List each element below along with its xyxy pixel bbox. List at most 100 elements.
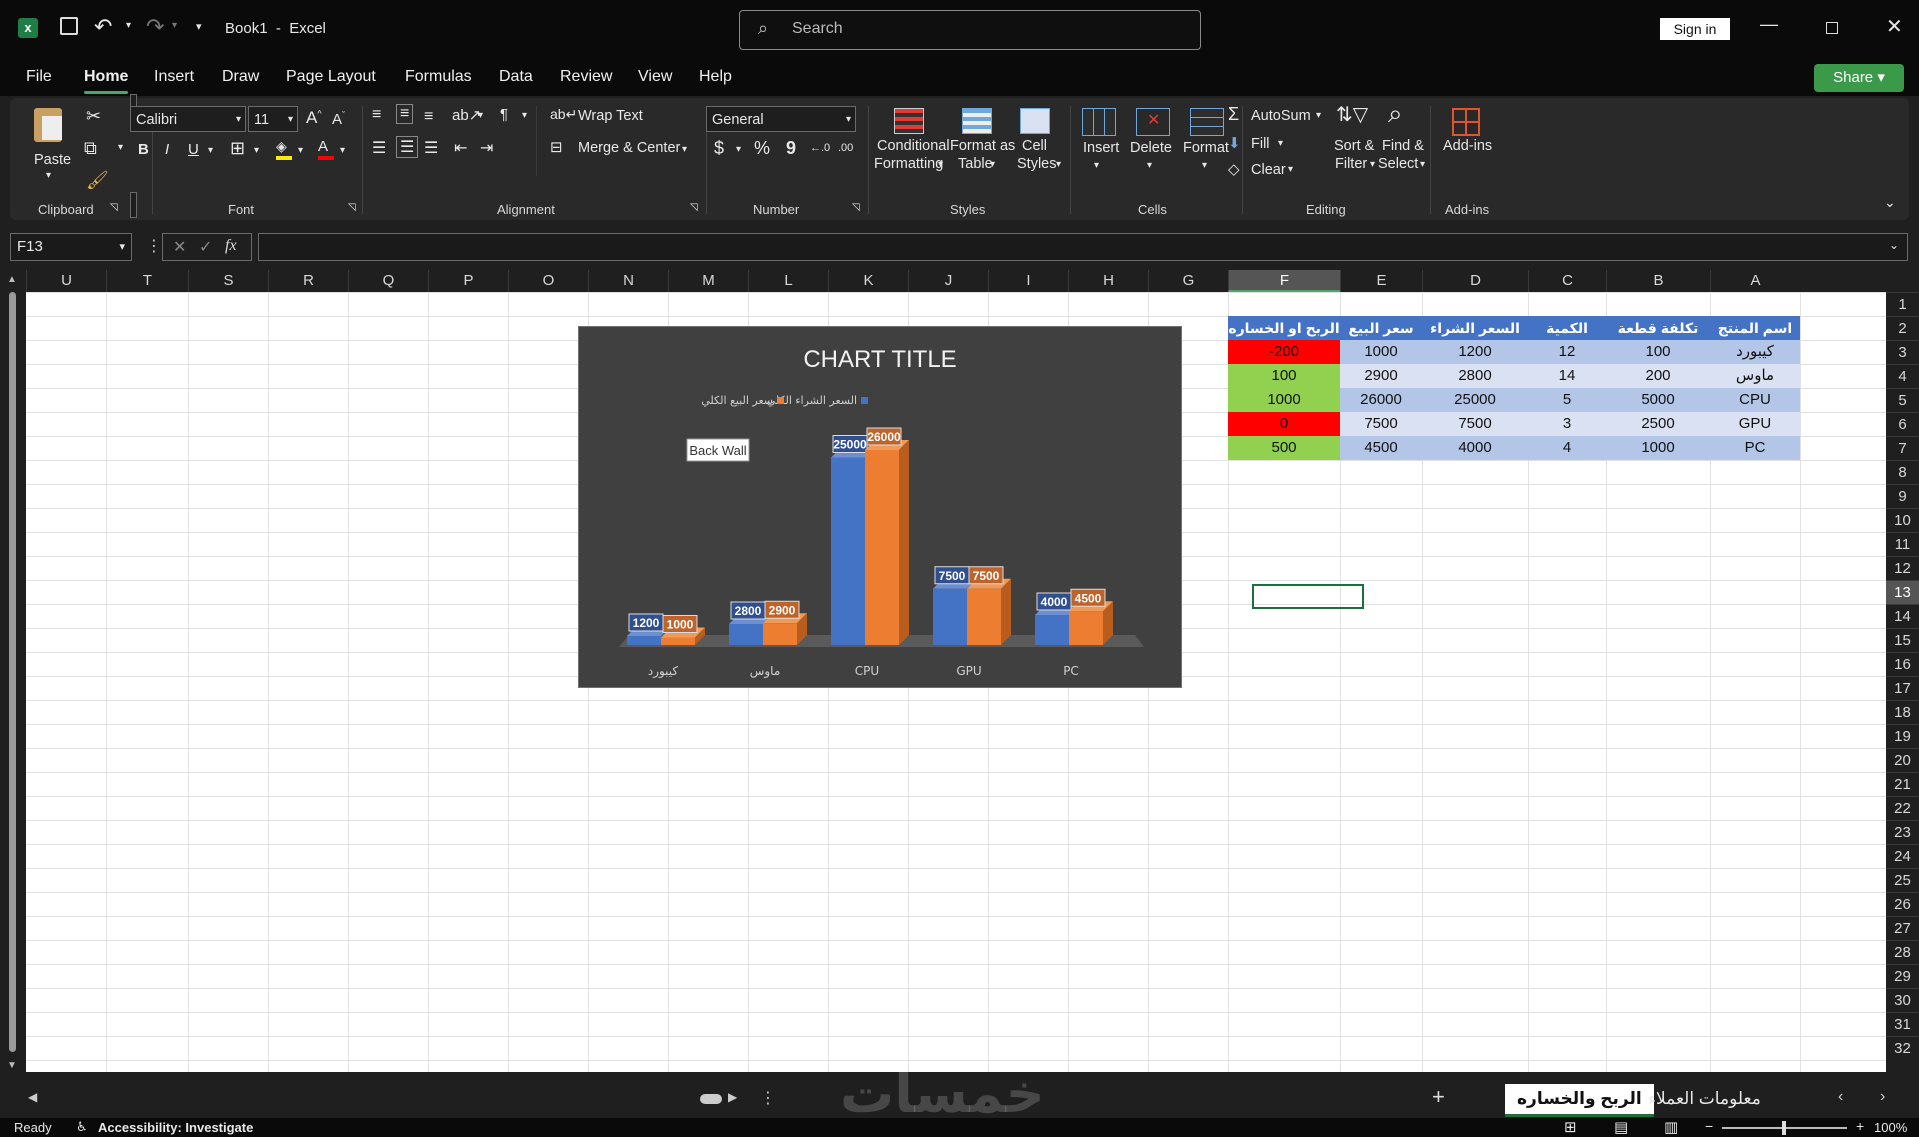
column-header-g[interactable]: G (1148, 270, 1228, 292)
table-cell[interactable]: 5000 (1606, 388, 1710, 412)
table-cell[interactable]: 200 (1606, 364, 1710, 388)
row-header-12[interactable]: 12 (1886, 556, 1919, 580)
paste-icon[interactable] (34, 108, 62, 142)
search-box[interactable]: ⌕ Search (739, 10, 1201, 50)
column-header-o[interactable]: O (508, 270, 588, 292)
delete-dropdown-icon[interactable]: ▾ (1147, 160, 1152, 171)
formula-input[interactable]: ⌄ (258, 233, 1908, 261)
number-launcher-icon[interactable]: ◹ (852, 202, 860, 213)
table-cell[interactable]: CPU (1710, 388, 1800, 412)
clipboard-launcher-icon[interactable]: ◹ (110, 202, 118, 213)
font-name-dropdown[interactable] (130, 192, 137, 218)
fill-button[interactable]: Fill (1251, 136, 1270, 152)
cancel-icon[interactable]: ✕ (173, 237, 186, 257)
column-header-l[interactable]: L (748, 270, 828, 292)
increase-font-icon[interactable]: A^ (306, 108, 322, 128)
table-header-cell[interactable]: السعر الشراء الكلي (1422, 316, 1528, 360)
row-header-30[interactable]: 30 (1886, 988, 1919, 1012)
font-color-dropdown-icon[interactable]: ▾ (340, 145, 345, 156)
tabs-prev-icon[interactable]: ‹ (1838, 1088, 1843, 1106)
row-header-28[interactable]: 28 (1886, 940, 1919, 964)
borders-icon[interactable]: ⊞ (230, 138, 245, 159)
tab-formulas[interactable]: Formulas (405, 68, 472, 86)
format-table-dropdown-icon[interactable]: ▾ (990, 159, 995, 170)
horizontal-scroll-thumb[interactable] (700, 1094, 722, 1104)
font-color-icon[interactable]: A (318, 138, 334, 160)
delete-cells-button[interactable]: Delete (1130, 140, 1172, 156)
add-ins-button[interactable]: Add-ins (1443, 138, 1492, 154)
middle-align-icon[interactable]: ≡ (396, 104, 414, 124)
column-header-j[interactable]: J (908, 270, 988, 292)
table-cell[interactable]: 4 (1528, 436, 1606, 460)
page-layout-view-icon[interactable]: ▤ (1614, 1118, 1628, 1136)
row-header-25[interactable]: 25 (1886, 868, 1919, 892)
scroll-down-icon[interactable]: ▼ (7, 1060, 17, 1071)
number-format-dropdown[interactable]: General ▾ (706, 106, 856, 132)
table-header-cell[interactable]: اسم المنتج (1710, 316, 1800, 340)
decrease-indent-icon[interactable]: ⇤ (454, 138, 467, 158)
sheet-tab-profit-loss[interactable]: الربح والخساره (1505, 1084, 1654, 1117)
column-header-i[interactable]: I (988, 270, 1068, 292)
format-cells-button[interactable]: Format (1183, 140, 1229, 156)
table-cell[interactable]: 4500 (1340, 436, 1422, 460)
fill-color-icon[interactable]: ◈ (276, 138, 292, 160)
column-header-d[interactable]: D (1422, 270, 1528, 292)
wrap-text-button[interactable]: Wrap Text (578, 108, 643, 124)
insert-dropdown-icon[interactable]: ▾ (1094, 160, 1099, 171)
currency-button[interactable]: $ (714, 138, 724, 159)
tab-view[interactable]: View (638, 68, 672, 86)
clear-dropdown-icon[interactable]: ▾ (1288, 164, 1293, 175)
copy-dropdown-icon[interactable]: ▾ (118, 142, 123, 153)
table-cell[interactable]: 1200 (1422, 340, 1528, 364)
row-header-15[interactable]: 15 (1886, 628, 1919, 652)
paste-dropdown-icon[interactable]: ▾ (46, 170, 51, 181)
column-header-e[interactable]: E (1340, 270, 1422, 292)
row-header-19[interactable]: 19 (1886, 724, 1919, 748)
active-cell[interactable] (1252, 584, 1364, 609)
clear-button[interactable]: Clear (1251, 162, 1286, 178)
table-cell[interactable]: 26000 (1340, 388, 1422, 412)
merge-center-button[interactable]: Merge & Center (578, 140, 680, 156)
table-cell[interactable]: 1000 (1340, 340, 1422, 364)
bold-button[interactable]: B (138, 141, 149, 158)
enter-icon[interactable]: ✓ (199, 237, 212, 257)
row-header-8[interactable]: 8 (1886, 460, 1919, 484)
tab-page-layout[interactable]: Page Layout (286, 68, 376, 86)
column-header-u[interactable]: U (26, 270, 106, 292)
row-header-5[interactable]: 5 (1886, 388, 1919, 412)
italic-button[interactable]: I (165, 141, 169, 158)
table-header-cell[interactable]: تكلفة قطعة الواحدة (1606, 316, 1710, 360)
table-cell[interactable]: كيبورد (1710, 340, 1800, 364)
borders-dropdown-icon[interactable]: ▾ (254, 145, 259, 156)
merge-dropdown-icon[interactable]: ▾ (682, 144, 687, 155)
tab-draw[interactable]: Draw (222, 68, 259, 86)
column-header-k[interactable]: K (828, 270, 908, 292)
zoom-level[interactable]: 100% (1874, 1120, 1907, 1135)
save-icon[interactable] (60, 17, 78, 35)
undo-icon[interactable]: ↶ (94, 14, 112, 40)
redo-dropdown-icon[interactable]: ▾ (172, 20, 177, 31)
font-launcher-icon[interactable]: ◹ (348, 202, 356, 213)
table-cell[interactable]: 500 (1228, 436, 1340, 460)
cell-styles-dropdown-icon[interactable]: ▾ (1056, 159, 1061, 170)
font-family-dropdown[interactable]: Calibri ▾ (130, 106, 246, 132)
find-select-button[interactable]: Find & (1382, 138, 1424, 154)
row-header-32[interactable]: 32 (1886, 1036, 1919, 1060)
format-as-table-button[interactable]: Format as (950, 138, 1015, 154)
row-header-13[interactable]: 13 (1886, 580, 1919, 604)
table-cell[interactable]: 4000 (1422, 436, 1528, 460)
page-break-view-icon[interactable]: ▥ (1664, 1118, 1678, 1136)
orientation-dropdown-icon[interactable]: ▾ (478, 110, 483, 121)
column-header-p[interactable]: P (428, 270, 508, 292)
row-header-31[interactable]: 31 (1886, 1012, 1919, 1036)
chart[interactable]: CHART TITLE السعر الشراء الكلي سعر البيع ا… (578, 326, 1182, 688)
name-box[interactable]: F13 ▾ (10, 233, 132, 261)
redo-icon[interactable]: ↷ (146, 14, 164, 40)
column-header-q[interactable]: Q (348, 270, 428, 292)
column-header-r[interactable]: R (268, 270, 348, 292)
fill-color-dropdown-icon[interactable]: ▾ (298, 145, 303, 156)
column-header-t[interactable]: T (106, 270, 188, 292)
table-cell[interactable]: 2500 (1606, 412, 1710, 436)
insert-cells-button[interactable]: Insert (1083, 140, 1119, 156)
more-options-icon[interactable]: ⋮ (146, 236, 162, 256)
